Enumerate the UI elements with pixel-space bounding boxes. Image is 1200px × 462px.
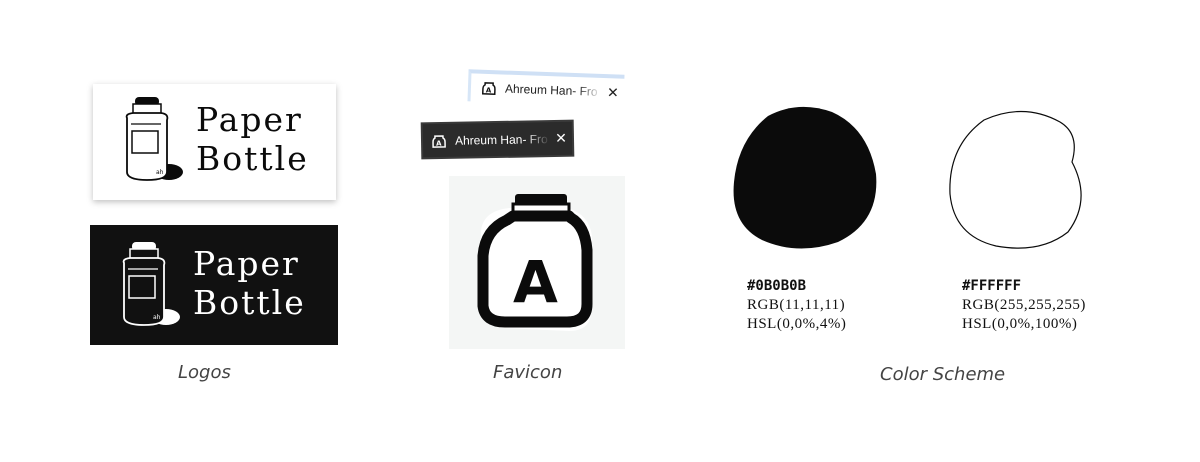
logo-wordmark: Paper Bottle	[193, 244, 306, 322]
bottle-logo-icon: ah	[125, 97, 183, 181]
wordmark-line2: Bottle	[193, 283, 306, 322]
logo-wordmark: Paper Bottle	[196, 100, 309, 178]
svg-text:ah: ah	[153, 314, 161, 321]
favicon-icon: A	[432, 134, 446, 148]
logos-caption: Logos	[178, 362, 231, 383]
logo-dark-card: ah Paper Bottle	[90, 225, 338, 345]
svg-text:ah: ah	[156, 169, 164, 176]
tab-title: Ahreum Han- Fro	[454, 131, 548, 148]
wordmark-line1: Paper	[193, 244, 300, 283]
svg-text:A: A	[436, 139, 442, 147]
swatch-light-info: #FFFFFF RGB(255,255,255) HSL(0,0%,100%)	[962, 277, 1086, 334]
wordmark-line2: Bottle	[196, 139, 309, 178]
swatch-light-hex: #FFFFFF	[962, 278, 1022, 294]
color-scheme-caption: Color Scheme	[880, 364, 1006, 385]
swatch-light-rgb: RGB(255,255,255)	[962, 297, 1086, 313]
swatch-light-hsl: HSL(0,0%,100%)	[962, 316, 1078, 332]
wordmark-line1: Paper	[196, 100, 303, 139]
swatch-dark-blob	[733, 106, 877, 249]
bottle-favicon-icon: A	[477, 194, 593, 331]
favicon-caption: Favicon	[493, 362, 563, 383]
browser-tab-dark[interactable]: A Ahreum Han- Fro ✕	[422, 121, 573, 158]
logo-light-card: ah Paper Bottle	[93, 84, 336, 200]
swatch-dark-fill	[733, 106, 877, 249]
swatch-dark-info: #0B0B0B RGB(11,11,11) HSL(0,0%,4%)	[747, 277, 846, 334]
svg-text:A: A	[513, 248, 558, 316]
favicon-preview: A	[449, 176, 625, 349]
browser-tab-light[interactable]: A Ahreum Han- Fro ✕	[467, 69, 625, 107]
swatch-dark-hex: #0B0B0B	[747, 278, 807, 294]
swatch-light-outline	[949, 110, 1082, 249]
tab-close-icon[interactable]: ✕	[602, 83, 625, 101]
favicon-icon: A	[481, 82, 496, 95]
tab-close-icon[interactable]: ✕	[550, 130, 572, 147]
bottle-logo-icon: ah	[122, 242, 180, 326]
swatch-light-blob	[949, 110, 1082, 249]
swatch-dark-hsl: HSL(0,0%,4%)	[747, 316, 847, 332]
swatch-dark-rgb: RGB(11,11,11)	[747, 297, 846, 313]
tab-title: Ahreum Han- Fro	[504, 81, 598, 99]
svg-text:A: A	[486, 86, 492, 94]
